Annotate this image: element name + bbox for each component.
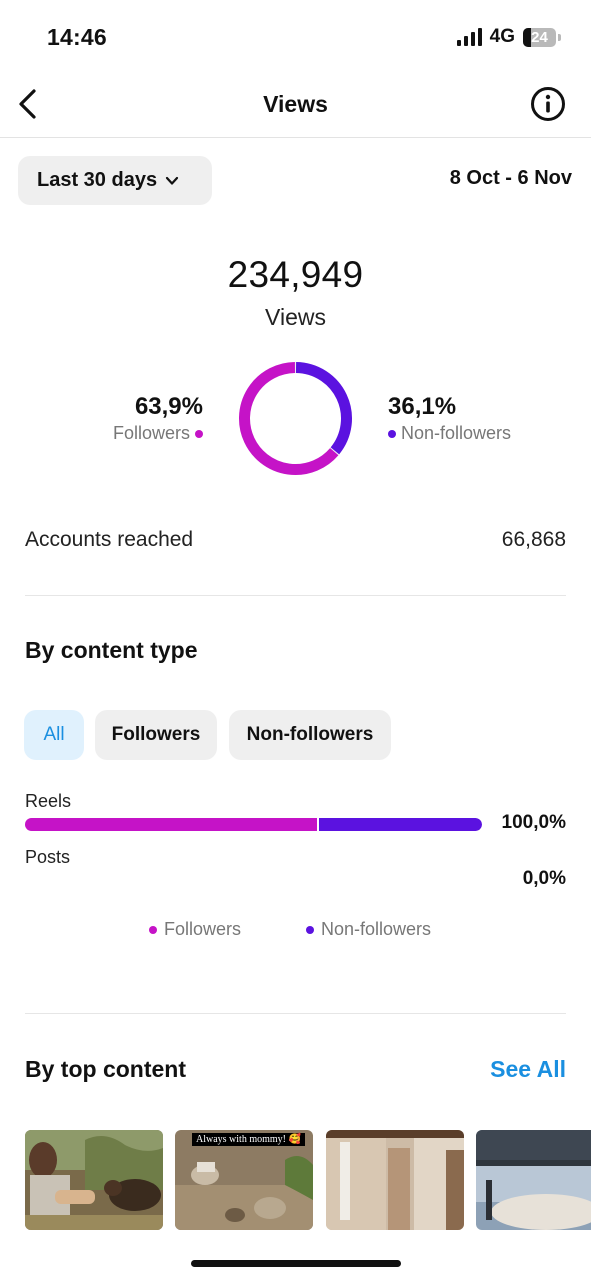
battery-level: 24 (531, 28, 548, 46)
legend-non-followers-dot (306, 925, 314, 934)
home-indicator[interactable] (191, 1260, 401, 1267)
info-circle-icon (531, 87, 565, 121)
donut-segment-followers (239, 362, 339, 475)
period-label: Last 30 days (37, 169, 158, 191)
legend-non-followers-label: Non-followers (321, 919, 432, 939)
views-label: Views (265, 304, 326, 330)
followers-label: Followers (112, 423, 190, 443)
accounts-reached-value: 66,868 (501, 528, 566, 551)
chevron-down-icon (165, 176, 179, 185)
network-type: 4G (489, 26, 515, 47)
thumbnail-image (476, 1130, 591, 1230)
posts-pct: 0,0% (522, 868, 566, 889)
audience-donut-chart (239, 362, 352, 475)
content-type-title: By content type (25, 637, 198, 663)
period-dropdown[interactable]: Last 30 days (18, 156, 212, 205)
legend-followers: Followers (149, 919, 241, 940)
thumbnail-image (326, 1130, 464, 1230)
posts-label: Posts (25, 847, 71, 867)
divider (25, 595, 566, 596)
date-range: 8 Oct - 6 Nov (449, 167, 572, 189)
reels-bar-followers (25, 818, 318, 831)
followers-pct: 63,9% (134, 393, 203, 420)
top-content-thumbnail[interactable] (25, 1130, 163, 1230)
thumbnail-caption: Always with mommy! 🥰 (192, 1133, 305, 1146)
battery-tip (558, 33, 561, 41)
nav-bar: Views (0, 76, 591, 138)
reels-bar-non-followers (319, 818, 482, 831)
filter-followers[interactable]: Followers (95, 710, 217, 760)
see-all-link[interactable]: See All (490, 1056, 566, 1083)
legend-non-followers: Non-followers (306, 919, 431, 940)
filter-all[interactable]: All (24, 710, 84, 760)
cellular-signal-icon (456, 28, 482, 46)
non-followers-label: Non-followers (401, 423, 512, 443)
non-followers-dot (388, 429, 396, 438)
followers-dot (195, 429, 203, 438)
divider (25, 1013, 566, 1014)
accounts-reached-row: Accounts reached 66,868 (25, 528, 566, 552)
non-followers-pct: 36,1% (388, 393, 457, 420)
status-time: 14:46 (47, 24, 107, 50)
reels-label: Reels (25, 791, 72, 811)
top-content-thumbnail[interactable] (476, 1130, 591, 1230)
battery-icon: 24 (523, 27, 556, 47)
donut-segment-non-followers (295, 362, 352, 455)
top-content-thumbnail[interactable] (326, 1130, 464, 1230)
views-total: 234,949 (227, 254, 364, 295)
thumbnail-image (25, 1130, 163, 1230)
info-button[interactable] (530, 86, 566, 122)
reels-pct: 100,0% (501, 812, 566, 833)
legend-followers-dot (149, 925, 157, 934)
accounts-reached-label: Accounts reached (25, 528, 194, 551)
status-bar: 14:46 4G 24 (0, 0, 591, 76)
top-content-thumbnail[interactable]: Always with mommy! 🥰 (175, 1130, 313, 1230)
status-indicators: 4G 24 (456, 26, 561, 48)
non-followers-split: 36,1% Non-followers (388, 393, 511, 444)
reels-bar (25, 818, 482, 831)
filter-non-followers[interactable]: Non-followers (229, 710, 391, 760)
legend-followers-label: Followers (164, 919, 242, 939)
page-title: Views (263, 91, 328, 117)
top-content-title: By top content (25, 1056, 186, 1082)
followers-split: 63,9% Followers (113, 393, 203, 444)
